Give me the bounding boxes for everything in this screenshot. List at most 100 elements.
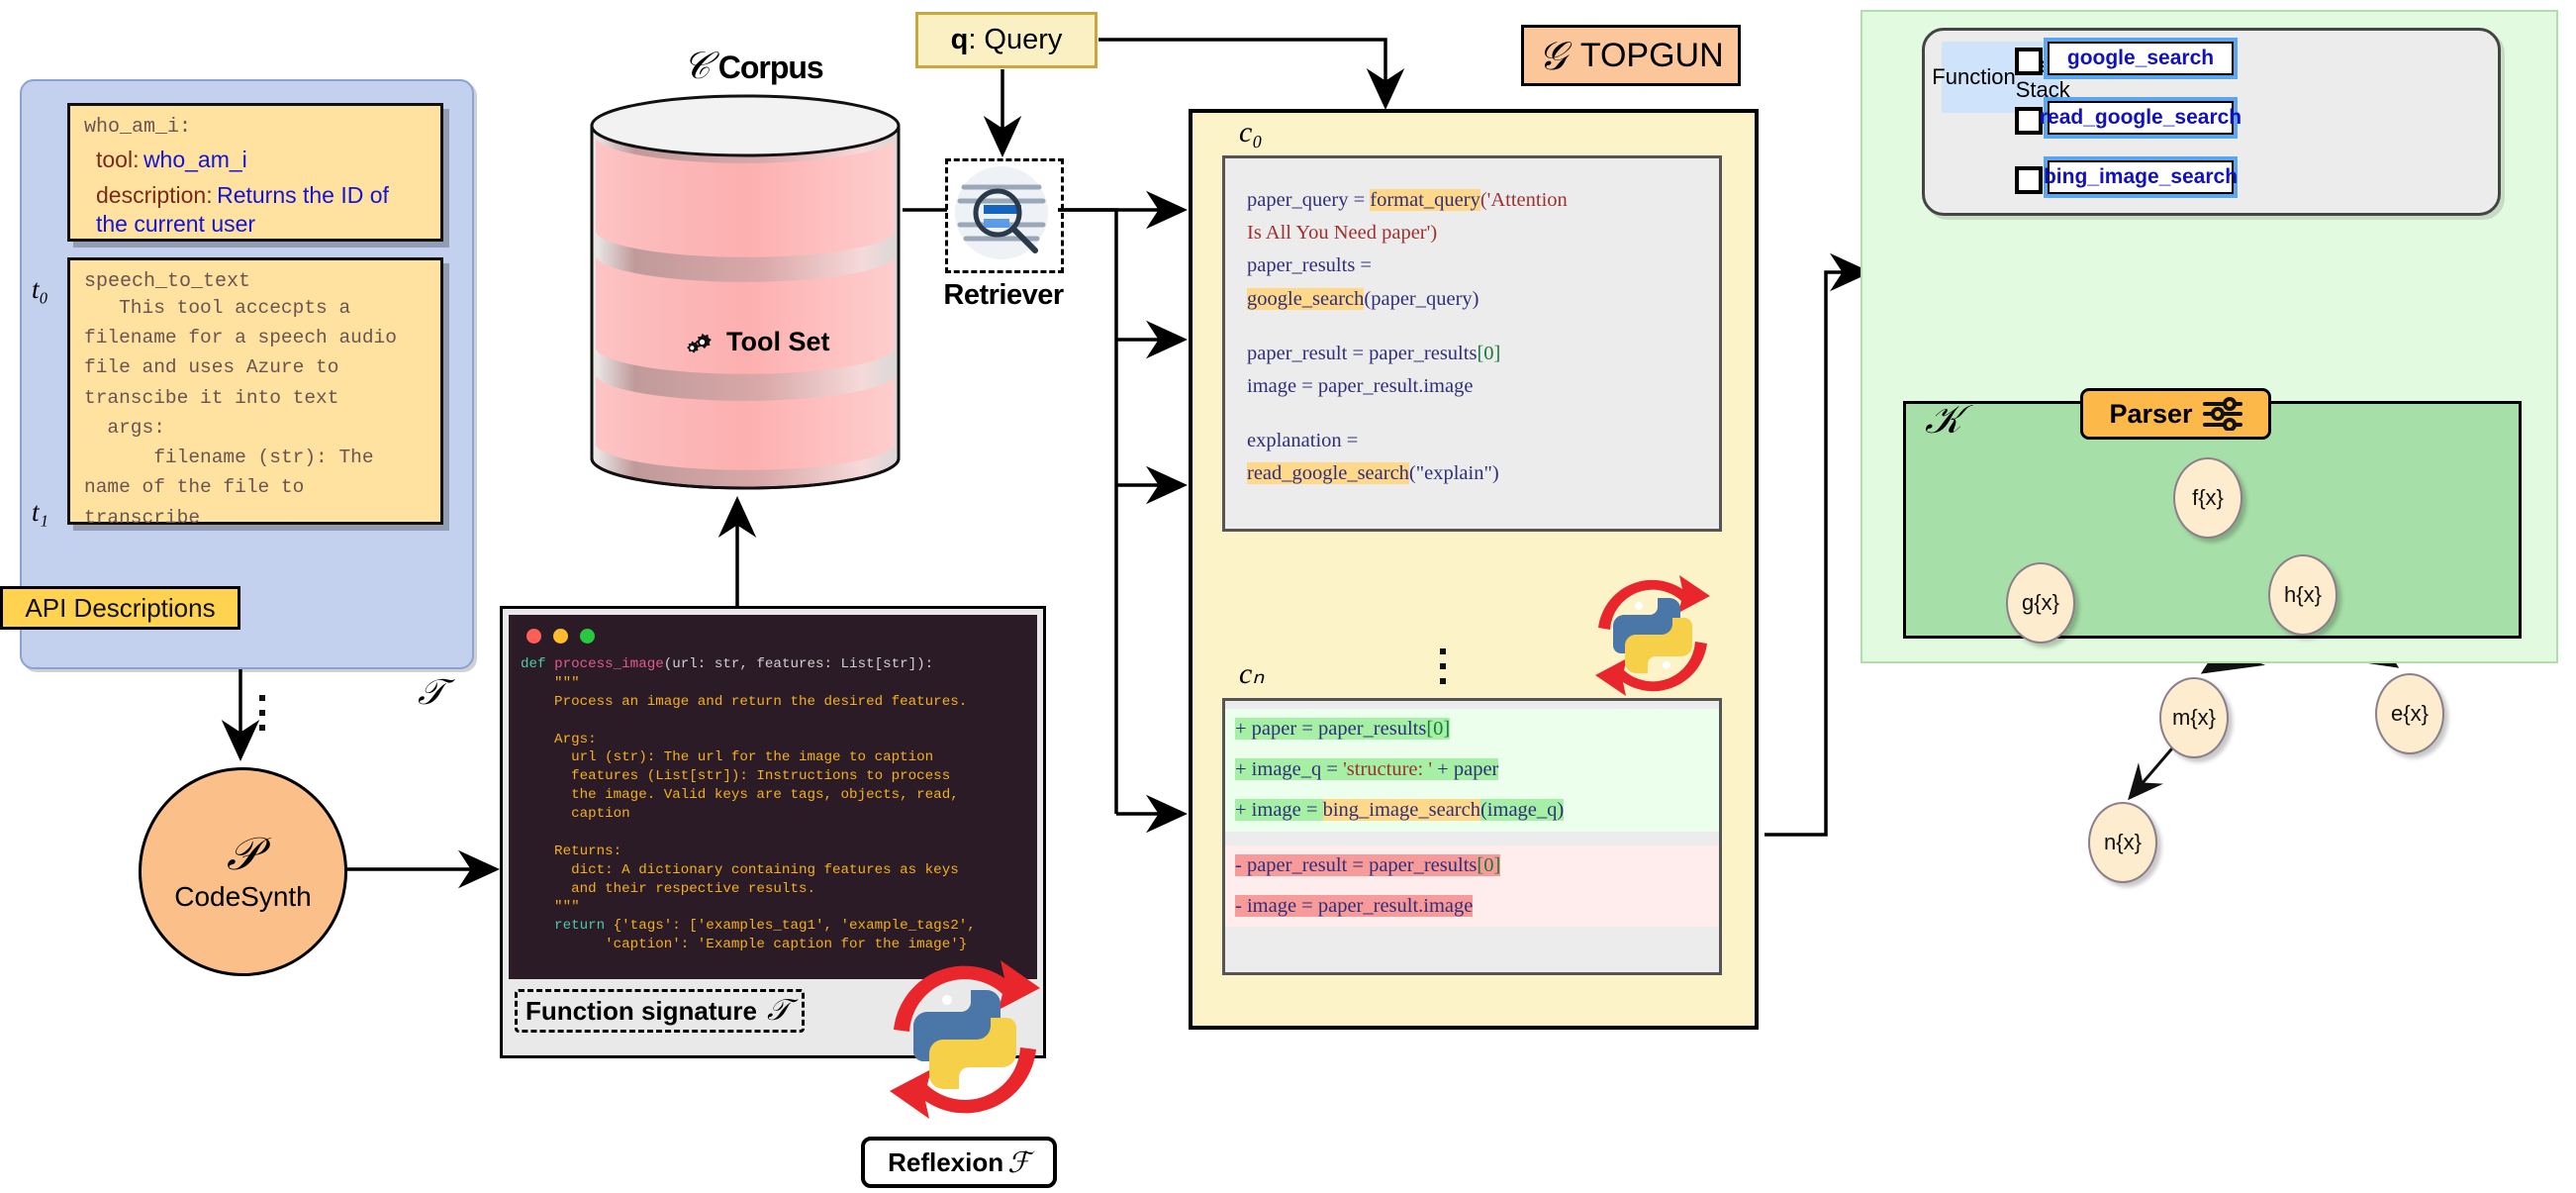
code-docstring-close: """ [521, 899, 580, 916]
tool-card-speech-to-text[interactable]: speech_to_text This tool accecpts a file… [67, 257, 443, 529]
tool-field-tool: tool: who_am_i [96, 147, 427, 173]
topgun-symbol: 𝒢 [1538, 33, 1567, 78]
diff-added-line: + image_q = 'structure: ' + paper [1225, 749, 1719, 791]
graph-node-label: e{x} [2391, 701, 2429, 726]
function-call-stack-label: Function Call Stack [1932, 42, 2070, 113]
reflexion-badge: Reflexion ℱ [861, 1137, 1057, 1188]
tool-body: This tool accecpts a filename for a spee… [84, 297, 397, 529]
description-key: description: [96, 182, 213, 208]
code-args-features-3: caption [521, 806, 630, 822]
window-traffic-lights [526, 629, 1025, 644]
code-params: (url: str, features: List[str]): [663, 656, 934, 672]
sliders-icon [2202, 397, 2242, 431]
codesynth-label: CodeSynth [174, 880, 312, 912]
code-def-keyword: def [521, 656, 555, 672]
code-line: - paper_result = paper_results[0] [1235, 853, 1501, 876]
parser-badge[interactable]: Parser [2080, 388, 2271, 440]
tool-card-who-am-i[interactable]: who_am_i: tool: who_am_i description: Re… [67, 103, 443, 242]
query-key: q [950, 24, 969, 55]
function-button-google-search[interactable]: google_search [2044, 38, 2238, 79]
call-stack-port-0 [2015, 48, 2043, 75]
function-signature-label: Function signature [525, 996, 757, 1026]
toolset-symbol: 𝒯 [418, 672, 445, 712]
tool-set-text: Tool Set [726, 327, 830, 356]
code-line: + paper = paper_results[0] [1235, 718, 1451, 740]
code-line: + image_q = 'structure: ' + paper [1235, 758, 1499, 781]
tool-name: speech_to_text [84, 270, 251, 293]
parser-label: Parser [2109, 398, 2193, 429]
tool-name: who_am_i: [84, 116, 192, 139]
code-args-features-1: features (List[str]): Instructions to pr… [521, 768, 951, 785]
code-line: - image = paper_result.image [1235, 894, 1474, 917]
retriever-box[interactable] [945, 158, 1064, 273]
code-block: def process_image(url: str, features: Li… [521, 655, 1025, 954]
code-line: image = paper_result.image [1247, 375, 1474, 398]
diff-added-line: + image = bing_image_search(image_q) [1225, 790, 1719, 832]
tool-set-label: Tool Set [685, 327, 830, 357]
tool-field-key: tool: [96, 147, 140, 172]
function-button-label: read_google_search [2040, 101, 2242, 135]
graph-node-n[interactable]: n{x} [2088, 802, 2157, 883]
call-stack-port-1 [2015, 107, 2043, 135]
code-docstring-open: """ [521, 674, 580, 691]
graph-node-f[interactable]: f{x} [2173, 457, 2242, 539]
api-descriptions-panel: who_am_i: tool: who_am_i description: Re… [20, 79, 474, 731]
code-line: paper_result = paper_results[0] [1247, 342, 1501, 364]
knowledge-graph-symbol: 𝒦 [1925, 397, 1962, 442]
retriever-label: Retriever [943, 279, 1064, 311]
query-box[interactable]: q: Query [915, 12, 1097, 68]
graph-node-h[interactable]: h{x} [2268, 554, 2337, 636]
function-button-bing-image-search[interactable]: bing_image_search [2044, 156, 2238, 198]
c0-symbol: c₀ [1239, 116, 1263, 149]
tool-field-description: description: Returns the ID of the curre… [96, 181, 427, 239]
cn-symbol: cₙ [1239, 657, 1265, 690]
vertical-ellipsis-icon [259, 695, 265, 731]
reflexion-symbol: ℱ [1007, 1146, 1030, 1179]
code-line: paper_results = [1247, 254, 1372, 277]
codesynth-symbol: 𝒫 [226, 828, 260, 879]
minimize-icon[interactable] [553, 629, 568, 644]
code-return-keyword: return [521, 918, 614, 935]
graph-node-label: h{x} [2284, 582, 2322, 607]
graph-node-m[interactable]: m{x} [2159, 677, 2229, 758]
code-line: google_search(paper_query) [1247, 287, 1479, 310]
python-reflexion-loop-icon [1595, 575, 1710, 696]
function-button-label: google_search [2048, 42, 2234, 75]
c0-code-block[interactable]: paper_query = format_query('Attention Is … [1222, 155, 1722, 532]
function-button-read-google-search[interactable]: read_google_search [2040, 97, 2242, 139]
maximize-icon[interactable] [580, 629, 595, 644]
code-line: + image = bing_image_search(image_q) [1235, 799, 1565, 822]
function-signature-symbol: 𝒯 [767, 994, 790, 1027]
graph-node-label: m{x} [2171, 705, 2217, 730]
code-line: explanation = [1247, 430, 1359, 452]
graph-node-e[interactable]: e{x} [2375, 673, 2444, 754]
code-line: read_google_search("explain") [1247, 462, 1499, 485]
code-return-1: {'tags': ['examples_tag1', 'example_tags… [613, 918, 976, 935]
corpus-symbol: 𝒞 [683, 46, 711, 87]
close-icon[interactable] [526, 629, 541, 644]
tool-index-1: t₁ [32, 497, 48, 527]
codesynth-node[interactable]: 𝒫 CodeSynth [139, 767, 347, 976]
graph-node-g[interactable]: g{x} [2006, 562, 2075, 644]
magnifier-document-icon [955, 166, 1048, 259]
graph-node-label: n{x} [2104, 830, 2142, 854]
code-returns-2: and their respective results. [521, 880, 815, 897]
api-descriptions-badge: API Descriptions [0, 586, 240, 630]
code-args-features-2: the image. Valid keys are tags, objects,… [521, 787, 959, 804]
topgun-label: TOPGUN [1579, 36, 1724, 74]
tool-field-value: who_am_i [143, 147, 247, 172]
code-function-name: process_image [554, 656, 664, 672]
code-args-url: url (str): The url for the image to capt… [521, 749, 934, 766]
diff-removed-line: - image = paper_result.image [1225, 885, 1719, 928]
code-summary: Process an image and return the desired … [521, 693, 968, 710]
corpus-title: Corpus [717, 50, 824, 85]
call-stack-port-2 [2015, 166, 2043, 194]
code-editor-body[interactable]: def process_image(url: str, features: Li… [509, 615, 1037, 979]
diff-added-line: + paper = paper_results[0] [1225, 709, 1719, 750]
cn-diff-block[interactable]: + paper = paper_results[0] + image_q = 's… [1222, 698, 1722, 975]
query-label: : Query [968, 24, 1063, 55]
gears-icon [687, 333, 712, 353]
corpus-cylinder [590, 94, 901, 490]
function-signature-box: Function signature 𝒯 [515, 989, 805, 1033]
fcs-line1: Function [1932, 64, 2016, 90]
